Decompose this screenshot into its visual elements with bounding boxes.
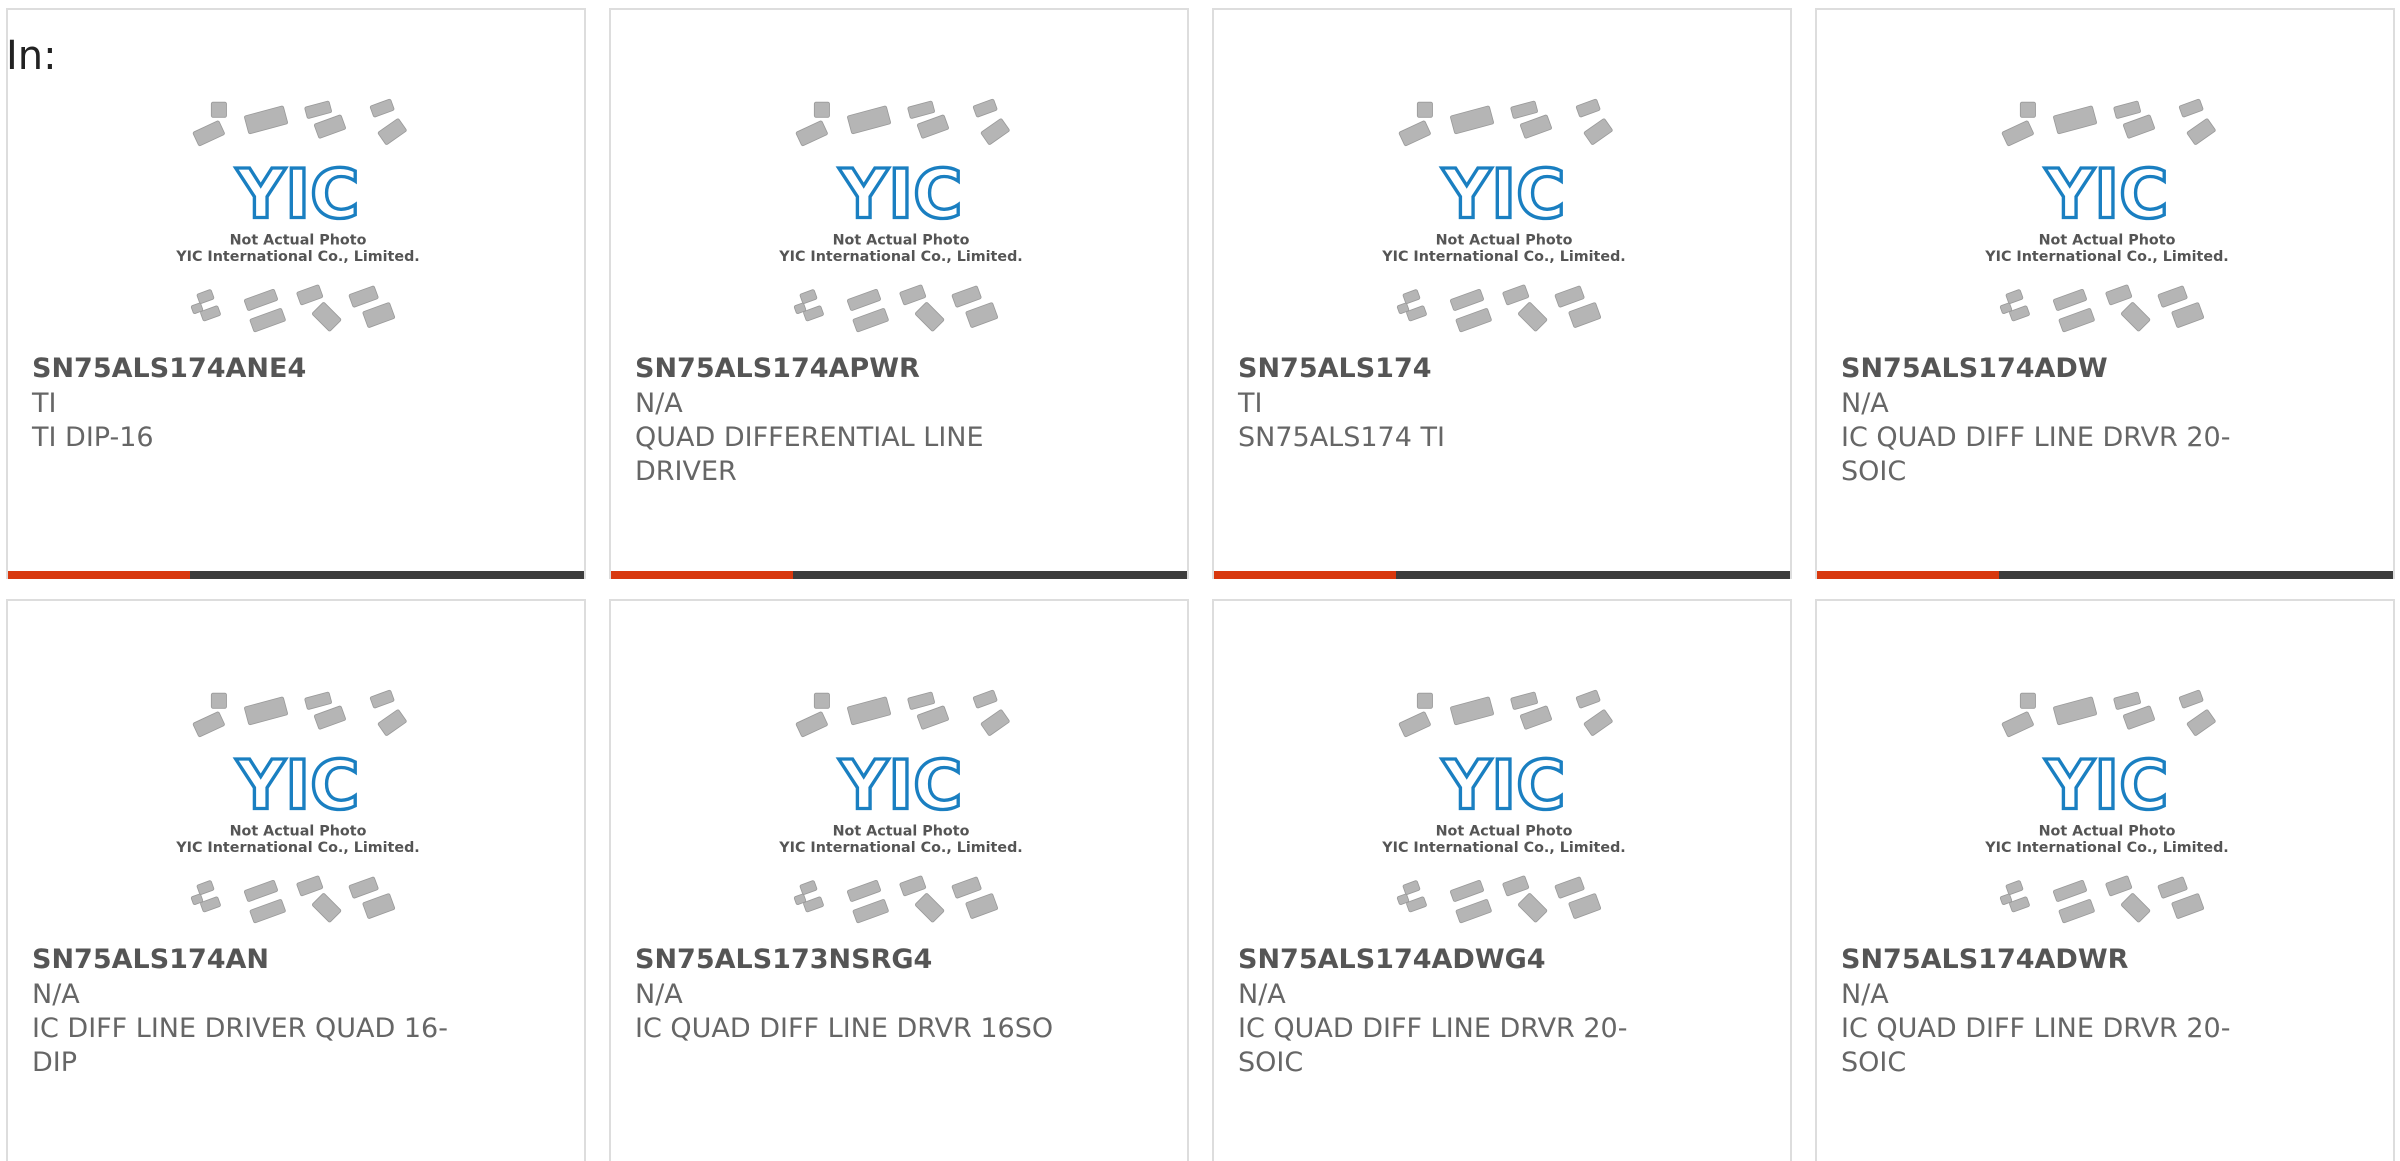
product-card[interactable]: YIC Not Actual Photo YIC International Co.… bbox=[1815, 8, 2395, 579]
photo-caption-company: YIC International Co., Limited. bbox=[1984, 249, 2228, 265]
part-number[interactable]: SN75ALS174APWR bbox=[635, 352, 920, 386]
photo-caption-company: YIC International Co., Limited. bbox=[1381, 249, 1625, 265]
photo-caption-company: YIC International Co., Limited. bbox=[778, 249, 1022, 265]
section-label: In: bbox=[6, 33, 57, 79]
part-number[interactable]: SN75ALS174ADW bbox=[1841, 352, 2108, 386]
photo-caption: Not Actual Photo bbox=[1436, 823, 1573, 839]
description: IC DIFF LINE DRIVER QUAD 16-DIP bbox=[32, 1013, 448, 1078]
photo-caption-company: YIC International Co., Limited. bbox=[175, 840, 419, 856]
yic-logo: YIC bbox=[235, 746, 359, 824]
product-card[interactable]: YIC Not Actual Photo YIC International Co.… bbox=[1212, 599, 1792, 1161]
chip-images-bottom bbox=[1999, 284, 2205, 333]
card-bar-accent bbox=[1214, 571, 1396, 579]
product-photo: YIC Not Actual Photo YIC International Co.… bbox=[164, 98, 432, 342]
manufacturer: TI bbox=[1238, 388, 1263, 419]
manufacturer: N/A bbox=[1841, 388, 1889, 419]
manufacturer: TI bbox=[32, 388, 57, 419]
part-number[interactable]: SN75ALS174ADWG4 bbox=[1238, 943, 1546, 977]
photo-caption-company: YIC International Co., Limited. bbox=[1984, 840, 2228, 856]
product-photo: YIC Not Actual Photo YIC International Co.… bbox=[767, 689, 1035, 933]
chip-images-bottom bbox=[190, 875, 396, 924]
card-bar bbox=[611, 571, 1187, 579]
card-bar bbox=[1214, 571, 1790, 579]
product-photo: YIC Not Actual Photo YIC International Co.… bbox=[1973, 98, 2241, 342]
chip-images-top bbox=[192, 689, 407, 738]
card-bar-accent bbox=[611, 571, 793, 579]
chip-images-bottom bbox=[190, 284, 396, 333]
card-bar-accent bbox=[8, 571, 190, 579]
card-bar bbox=[1817, 571, 2393, 579]
product-photo: YIC Not Actual Photo YIC International Co.… bbox=[767, 98, 1035, 342]
chip-images-bottom bbox=[793, 875, 999, 924]
chip-images-top bbox=[1398, 689, 1613, 738]
manufacturer: N/A bbox=[635, 979, 683, 1010]
product-card[interactable]: YIC Not Actual Photo YIC International Co.… bbox=[6, 599, 586, 1161]
chip-images-top bbox=[795, 98, 1010, 147]
part-number[interactable]: SN75ALS174ADWR bbox=[1841, 943, 2128, 977]
chip-images-top bbox=[192, 98, 407, 147]
description: QUAD DIFFERENTIAL LINE DRIVER bbox=[635, 422, 984, 487]
manufacturer: N/A bbox=[1238, 979, 1286, 1010]
product-photo: YIC Not Actual Photo YIC International Co.… bbox=[1973, 689, 2241, 933]
chip-images-top bbox=[2001, 98, 2216, 147]
product-card[interactable]: YIC Not Actual Photo YIC International Co.… bbox=[609, 599, 1189, 1161]
photo-caption: Not Actual Photo bbox=[2039, 232, 2176, 248]
chip-images-bottom bbox=[1396, 284, 1602, 333]
chip-images-bottom bbox=[1396, 875, 1602, 924]
part-number[interactable]: SN75ALS174AN bbox=[32, 943, 269, 977]
part-number[interactable]: SN75ALS174 bbox=[1238, 352, 1432, 386]
manufacturer: N/A bbox=[32, 979, 80, 1010]
yic-logo: YIC bbox=[2044, 155, 2168, 233]
description: IC QUAD DIFF LINE DRVR 20-SOIC bbox=[1841, 422, 2231, 487]
yic-logo: YIC bbox=[838, 155, 962, 233]
photo-caption-company: YIC International Co., Limited. bbox=[778, 840, 1022, 856]
yic-logo: YIC bbox=[1441, 155, 1565, 233]
photo-caption: Not Actual Photo bbox=[2039, 823, 2176, 839]
photo-caption: Not Actual Photo bbox=[833, 232, 970, 248]
chip-images-top bbox=[795, 689, 1010, 738]
yic-logo: YIC bbox=[1441, 746, 1565, 824]
chip-images-top bbox=[2001, 689, 2216, 738]
yic-logo: YIC bbox=[2044, 746, 2168, 824]
part-number[interactable]: SN75ALS173NSRG4 bbox=[635, 943, 932, 977]
page: In: YIC Not Actual Photo YIC International… bbox=[0, 0, 2400, 1161]
photo-caption: Not Actual Photo bbox=[230, 232, 367, 248]
manufacturer: N/A bbox=[1841, 979, 1889, 1010]
photo-caption-company: YIC International Co., Limited. bbox=[175, 249, 419, 265]
manufacturer: N/A bbox=[635, 388, 683, 419]
photo-caption: Not Actual Photo bbox=[833, 823, 970, 839]
product-photo: YIC Not Actual Photo YIC International Co.… bbox=[164, 689, 432, 933]
product-photo: YIC Not Actual Photo YIC International Co.… bbox=[1370, 689, 1638, 933]
card-bar bbox=[8, 571, 584, 579]
description: SN75ALS174 TI bbox=[1238, 422, 1445, 453]
description: IC QUAD DIFF LINE DRVR 20-SOIC bbox=[1238, 1013, 1628, 1078]
product-grid: YIC Not Actual Photo YIC International Co.… bbox=[6, 8, 2400, 1161]
photo-caption-company: YIC International Co., Limited. bbox=[1381, 840, 1625, 856]
photo-caption: Not Actual Photo bbox=[230, 823, 367, 839]
yic-logo: YIC bbox=[235, 155, 359, 233]
chip-images-top bbox=[1398, 98, 1613, 147]
card-bar-accent bbox=[1817, 571, 1999, 579]
chip-images-bottom bbox=[1999, 875, 2205, 924]
product-card[interactable]: YIC Not Actual Photo YIC International Co.… bbox=[1212, 8, 1792, 579]
description: IC QUAD DIFF LINE DRVR 16SO bbox=[635, 1013, 1054, 1044]
product-card[interactable]: YIC Not Actual Photo YIC International Co.… bbox=[1815, 599, 2395, 1161]
product-photo: YIC Not Actual Photo YIC International Co.… bbox=[1370, 98, 1638, 342]
part-number[interactable]: SN75ALS174ANE4 bbox=[32, 352, 306, 386]
photo-caption: Not Actual Photo bbox=[1436, 232, 1573, 248]
description: IC QUAD DIFF LINE DRVR 20-SOIC bbox=[1841, 1013, 2231, 1078]
chip-images-bottom bbox=[793, 284, 999, 333]
product-card[interactable]: YIC Not Actual Photo YIC International Co.… bbox=[609, 8, 1189, 579]
yic-logo: YIC bbox=[838, 746, 962, 824]
product-card[interactable]: YIC Not Actual Photo YIC International Co.… bbox=[6, 8, 586, 579]
description: TI DIP-16 bbox=[32, 422, 154, 453]
